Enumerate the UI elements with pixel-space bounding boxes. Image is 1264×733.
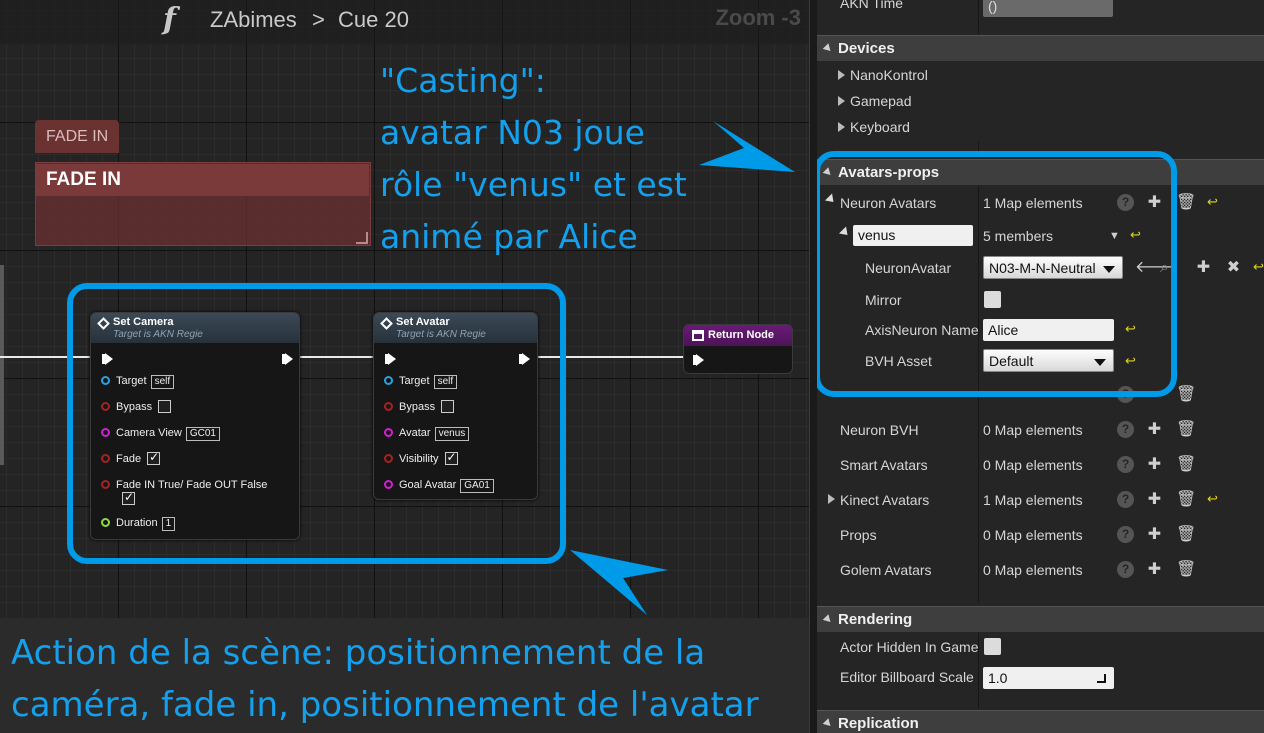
- expand-arrow-icon[interactable]: [838, 70, 845, 80]
- delete-all-icon[interactable]: 🗑: [1176, 194, 1196, 211]
- delete-all-icon[interactable]: 🗑: [1176, 456, 1196, 473]
- annotation-line: rôle "venus" et est: [380, 165, 687, 204]
- akn-time-row: AKN Time (): [817, 0, 1264, 21]
- annotation-line: animé par Alice: [380, 217, 638, 256]
- highlight-frame: [817, 151, 1177, 397]
- category-rendering[interactable]: Rendering: [817, 606, 1264, 632]
- category-title: Rendering: [838, 611, 913, 628]
- device-gamepad[interactable]: Gamepad: [850, 93, 911, 109]
- property-value: 0 Map elements: [983, 527, 1083, 543]
- field-value: 1.0: [988, 670, 1008, 686]
- property-label: AKN Time: [840, 0, 904, 11]
- reset-to-default-icon[interactable]: ↩: [1204, 193, 1221, 210]
- delete-all-icon[interactable]: 🗑: [1176, 491, 1196, 508]
- delete-all-icon[interactable]: 🗑: [1176, 386, 1196, 403]
- annotation-line: "Casting":: [380, 61, 546, 100]
- category-devices[interactable]: Devices: [817, 35, 1264, 61]
- collapse-arrow-icon: [822, 718, 834, 729]
- collapse-arrow-icon: [822, 614, 834, 625]
- property-value: 1 Map elements: [983, 492, 1083, 508]
- reset-to-default-icon[interactable]: ↩: [1250, 258, 1264, 275]
- property-label: Actor Hidden In Game: [840, 639, 978, 655]
- clear-icon[interactable]: ✖: [1225, 259, 1242, 276]
- device-nanokontrol[interactable]: NanoKontrol: [850, 67, 928, 83]
- property-value: 0 Map elements: [983, 457, 1083, 473]
- details-panel: AKN Time () Devices NanoKontrol Gamepad …: [817, 0, 1264, 733]
- category-title: Replication: [838, 715, 919, 732]
- category-title: Devices: [838, 40, 895, 57]
- property-label: Smart Avatars: [840, 457, 928, 473]
- add-element-icon[interactable]: ✚: [1146, 421, 1163, 438]
- delete-all-icon[interactable]: 🗑: [1176, 561, 1196, 578]
- add-element-icon[interactable]: ✚: [1146, 526, 1163, 543]
- help-icon[interactable]: ?: [1117, 526, 1134, 543]
- expand-arrow-icon[interactable]: [828, 494, 835, 504]
- blueprint-graph[interactable]: f ZAbimes > Cue 20 Zoom -3 FADE IN FADE …: [0, 0, 809, 733]
- editor-billboard-scale-field[interactable]: 1.0: [983, 667, 1114, 689]
- column-separator: [978, 633, 979, 709]
- insert-icon[interactable]: ✚: [1195, 259, 1212, 276]
- reset-to-default-icon[interactable]: ↩: [1204, 490, 1221, 507]
- category-replication[interactable]: Replication: [817, 710, 1264, 733]
- property-label: Neuron BVH: [840, 422, 919, 438]
- annotation-line: avatar N03 joue: [380, 113, 645, 152]
- casting-annotation: "Casting": avatar N03 joue rôle "venus" …: [380, 55, 687, 263]
- property-value: 0 Map elements: [983, 562, 1083, 578]
- akn-time-field[interactable]: (): [983, 0, 1113, 17]
- add-element-icon[interactable]: ✚: [1146, 456, 1163, 473]
- add-element-icon[interactable]: ✚: [1146, 491, 1163, 508]
- arrow-icon: [570, 550, 668, 615]
- panel-splitter[interactable]: [809, 0, 817, 733]
- expand-arrow-icon[interactable]: [838, 96, 845, 106]
- drag-handle-icon: [1097, 674, 1106, 683]
- help-icon[interactable]: ?: [1117, 421, 1134, 438]
- property-label: Editor Billboard Scale: [840, 669, 974, 685]
- property-value: 0 Map elements: [983, 422, 1083, 438]
- property-label: Kinect Avatars: [840, 492, 930, 508]
- column-separator: [978, 0, 979, 34]
- rendering-labels: Actor Hidden In Game Editor Billboard Sc…: [817, 633, 978, 709]
- help-icon[interactable]: ?: [1117, 491, 1134, 508]
- help-icon[interactable]: ?: [1117, 456, 1134, 473]
- action-annotation: Action de la scène: positionnement de la…: [11, 627, 759, 731]
- help-icon[interactable]: ?: [1117, 561, 1134, 578]
- annotation-line: caméra, fade in, positionnement de l'ava…: [11, 685, 759, 725]
- delete-all-icon[interactable]: 🗑: [1176, 421, 1196, 438]
- arrow-icon: [699, 121, 795, 172]
- device-keyboard[interactable]: Keyboard: [850, 119, 910, 135]
- property-label: Props: [840, 527, 877, 543]
- delete-all-icon[interactable]: 🗑: [1176, 526, 1196, 543]
- collapse-arrow-icon: [822, 43, 834, 54]
- add-element-icon[interactable]: ✚: [1146, 561, 1163, 578]
- actor-hidden-checkbox[interactable]: [984, 638, 1001, 655]
- property-label: Golem Avatars: [840, 562, 932, 578]
- annotation-line: Action de la scène: positionnement de la: [11, 633, 706, 673]
- expand-arrow-icon[interactable]: [838, 122, 845, 132]
